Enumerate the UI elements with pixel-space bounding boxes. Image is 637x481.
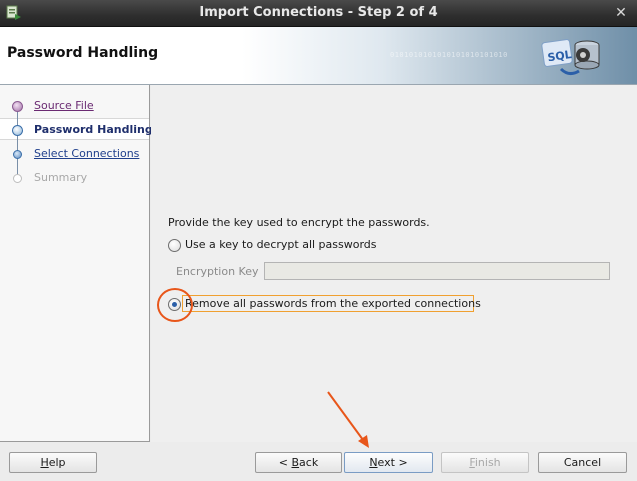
window-title: Import Connections - Step 2 of 4 [199, 5, 438, 20]
help-rest: elp [48, 456, 66, 469]
nav-item-label: Password Handling [34, 123, 153, 136]
sql-database-logo: SQL [541, 39, 600, 76]
back-rest: ack [299, 456, 319, 469]
step-disabled-icon [13, 174, 22, 183]
wizard-steps-nav: Source File Password Handling Select Con… [0, 85, 153, 442]
cancel-button[interactable]: Cancel [538, 452, 627, 473]
remove-passwords-option[interactable]: Remove all passwords from the exported c… [168, 295, 498, 314]
next-mnemonic: N [369, 456, 378, 469]
step-next-icon [13, 150, 22, 159]
annotation-circle [157, 288, 193, 322]
nav-item-summary: Summary [0, 168, 149, 188]
remove-passwords-label[interactable]: Remove all passwords from the exported c… [185, 297, 481, 310]
finish-rest: inish [474, 456, 501, 469]
next-button[interactable]: Next > [344, 452, 433, 473]
radio-unselected-icon[interactable] [168, 239, 181, 252]
help-mnemonic: H [40, 456, 49, 469]
finish-button: Finish [441, 452, 529, 473]
nav-item-password-handling: Password Handling [0, 120, 153, 140]
step-current-icon [12, 125, 23, 136]
use-key-option[interactable]: Use a key to decrypt all passwords [168, 237, 468, 255]
encryption-key-field [264, 262, 610, 280]
nav-item-select-connections[interactable]: Select Connections [0, 144, 149, 164]
back-prefix: < [278, 456, 292, 469]
step-done-icon [12, 101, 23, 112]
instruction-text: Provide the key used to encrypt the pass… [168, 216, 430, 229]
nav-item-source-file[interactable]: Source File [0, 96, 149, 116]
nav-item-label[interactable]: Source File [34, 99, 94, 112]
binary-decoration: 0101010101010101010101010 [390, 51, 508, 59]
next-rest: ext > [377, 456, 408, 469]
annotation-arrow [327, 391, 369, 448]
help-button[interactable]: Help [9, 452, 97, 473]
title-bar: Import Connections - Step 2 of 4 ✕ [0, 0, 637, 27]
header-banner: Password Handling 0101010101010101010101… [0, 27, 637, 85]
back-mnemonic: B [291, 456, 300, 469]
nav-item-label: Summary [34, 171, 88, 184]
back-button[interactable]: < Back [255, 452, 342, 473]
close-icon[interactable]: ✕ [611, 3, 631, 23]
encryption-key-label: Encryption Key [176, 265, 259, 278]
nav-item-label[interactable]: Select Connections [34, 147, 139, 160]
content-panel: Provide the key used to encrypt the pass… [151, 85, 637, 442]
page-title: Password Handling [7, 45, 159, 61]
use-key-label[interactable]: Use a key to decrypt all passwords [185, 238, 377, 251]
